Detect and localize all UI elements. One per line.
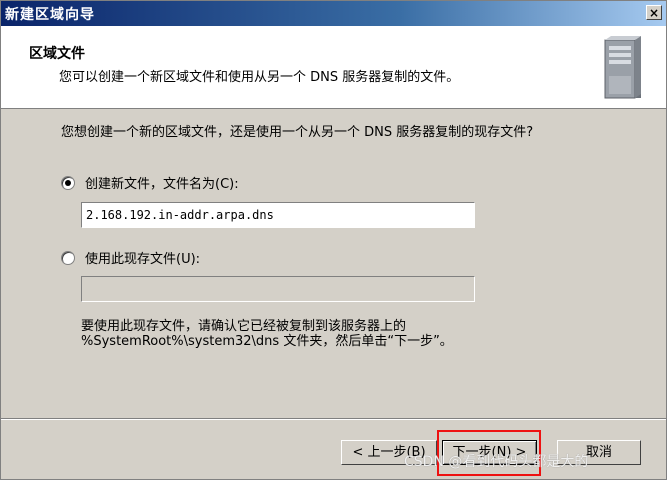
page-title: 区域文件 — [29, 46, 85, 62]
title-bar: 新建区域向导 × — [1, 1, 666, 26]
radio-create-new[interactable] — [61, 175, 75, 190]
footer-divider — [1, 418, 666, 420]
watermark: CSDN @看到代码头都是大的 — [404, 454, 589, 470]
close-button[interactable]: × — [646, 5, 662, 20]
existing-file-note: 要使用此现存文件，请确认它已经被复制到该服务器上的 %SystemRoot%\s… — [81, 319, 453, 349]
option-use-existing-label: 使用此现存文件(U): — [85, 252, 201, 267]
server-icon — [604, 36, 641, 99]
option-create-new[interactable]: 创建新文件，文件名为(C): — [61, 173, 239, 192]
wizard-header: 区域文件 您可以创建一个新区域文件和使用从另一个 DNS 服务器复制的文件。 — [1, 26, 666, 109]
window-title: 新建区域向导 — [5, 7, 95, 23]
new-filename-input[interactable]: 2.168.192.in-addr.arpa.dns — [81, 202, 475, 228]
radio-use-existing[interactable] — [61, 250, 75, 265]
close-icon: × — [648, 6, 660, 20]
existing-filename-input[interactable] — [81, 276, 475, 302]
page-subtitle: 您可以创建一个新区域文件和使用从另一个 DNS 服务器复制的文件。 — [59, 70, 460, 85]
wizard-window: 新建区域向导 × 区域文件 您可以创建一个新区域文件和使用从另一个 DNS 服务… — [0, 0, 667, 480]
option-create-new-label: 创建新文件，文件名为(C): — [85, 177, 239, 192]
option-use-existing[interactable]: 使用此现存文件(U): — [61, 248, 200, 267]
question-text: 您想创建一个新的区域文件，还是使用一个从另一个 DNS 服务器复制的现存文件? — [61, 125, 534, 140]
